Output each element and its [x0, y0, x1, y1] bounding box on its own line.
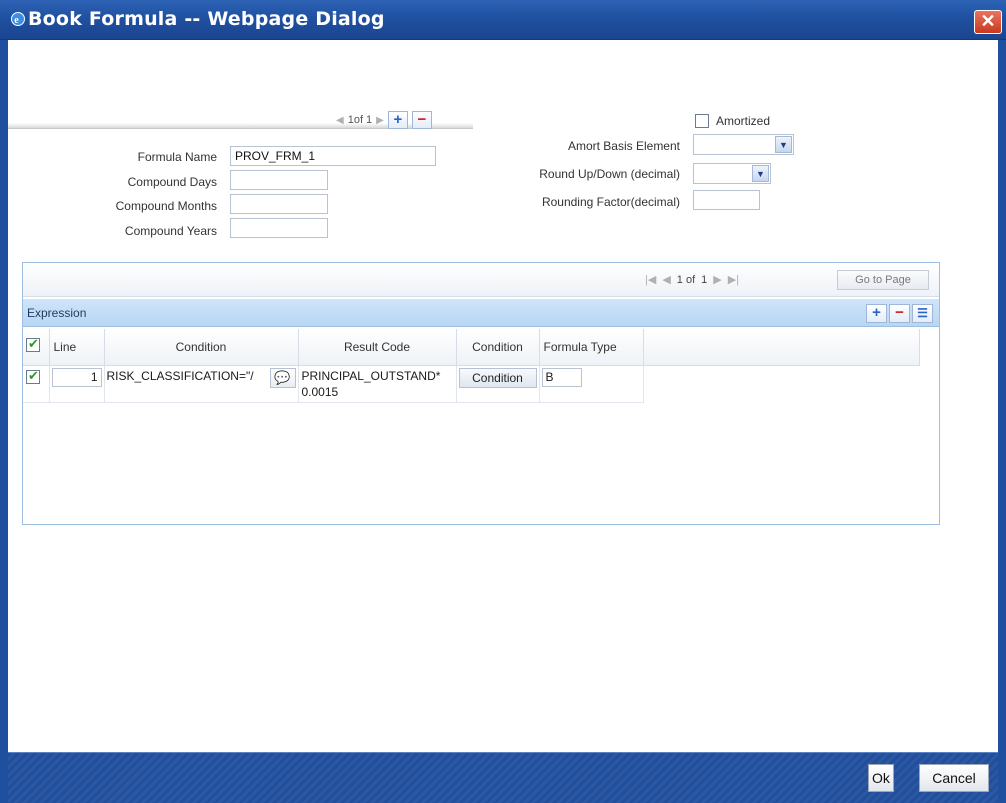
amortized-checkbox[interactable]	[695, 114, 709, 128]
compound-months-label: Compound Months	[115, 199, 217, 213]
grid-pager-bar: |◀ ◀ 1 of 1 ▶ ▶| Go to Page	[23, 263, 939, 297]
compound-years-input[interactable]	[230, 218, 328, 238]
compound-months-input[interactable]	[230, 194, 328, 214]
single-view-button[interactable]: ☰	[912, 304, 933, 323]
header-pager-text: 1of 1	[347, 114, 373, 126]
result-code-line2: 0.0015	[301, 384, 339, 399]
condition-input[interactable]: RISK_CLASSIFICATION="/	[106, 367, 269, 387]
table-header-row: Line Condition Result Code Condition For…	[23, 329, 920, 366]
expression-title: Expression	[27, 306, 87, 320]
formula-name-label: Formula Name	[137, 150, 217, 164]
result-code-text[interactable]: PRINCIPAL_OUTSTAND* 0.0015	[301, 368, 454, 400]
result-code-line1: PRINCIPAL_OUTSTAND*	[301, 368, 441, 383]
svg-text:e: e	[14, 15, 19, 26]
add-record-button[interactable]: +	[387, 111, 408, 129]
dialog-footer: Ok Cancel	[8, 752, 998, 803]
column-header-result-code: Result Code	[298, 329, 457, 366]
amort-basis-label: Amort Basis Element	[567, 139, 680, 153]
delete-row-button[interactable]: −	[889, 304, 910, 323]
round-updown-select[interactable]: ▼	[693, 163, 771, 184]
header-pager: ◀ 1of 1 ▶ + −	[336, 111, 432, 129]
expression-panel: |◀ ◀ 1 of 1 ▶ ▶| Go to Page Expression +…	[22, 262, 940, 525]
condition-cell: RISK_CLASSIFICATION="/ 💬	[104, 365, 299, 403]
select-all-checkbox[interactable]	[26, 336, 40, 353]
internet-explorer-icon: e	[11, 12, 25, 26]
amort-basis-select[interactable]: ▼	[693, 134, 794, 155]
compound-days-input[interactable]	[230, 170, 328, 190]
formula-type-input[interactable]: B	[541, 367, 582, 387]
result-code-cell: PRINCIPAL_OUTSTAND* 0.0015	[298, 365, 457, 403]
formula-type-cell: B	[539, 365, 644, 403]
grid-pager-of: 1 of	[676, 273, 696, 286]
row-select-cell	[23, 365, 50, 403]
add-row-button[interactable]: +	[866, 304, 887, 323]
line-input[interactable]: 1	[51, 367, 102, 387]
condition-button[interactable]: Condition	[458, 367, 537, 388]
next-page-icon[interactable]: ▶	[713, 273, 721, 286]
go-to-page-button[interactable]: Go to Page	[837, 270, 929, 290]
previous-page-icon[interactable]: ◀	[662, 273, 670, 286]
column-header-condition: Condition	[104, 329, 299, 366]
row-checkbox[interactable]	[26, 368, 40, 384]
window-title: Book Formula -- Webpage Dialog	[28, 8, 385, 30]
window-frame-right	[998, 40, 1006, 803]
delete-record-button[interactable]: −	[411, 111, 432, 129]
title-bar: e Book Formula -- Webpage Dialog ✕	[0, 0, 1006, 40]
close-button[interactable]: ✕	[974, 10, 1002, 34]
select-all-cell	[23, 329, 50, 366]
formula-name-input[interactable]: PROV_FRM_1	[230, 146, 436, 166]
condition-button-cell: Condition	[456, 365, 540, 403]
chevron-down-icon: ▼	[752, 165, 769, 182]
column-header-line: Line	[49, 329, 105, 366]
last-page-icon[interactable]: ▶|	[728, 273, 739, 286]
column-header-filler	[643, 329, 920, 366]
expression-header: Expression + − ☰	[23, 299, 939, 327]
speech-bubble-icon[interactable]: 💬	[269, 367, 296, 388]
previous-record-icon[interactable]: ◀	[336, 115, 344, 126]
column-header-formula-type: Formula Type	[539, 329, 644, 366]
first-page-icon[interactable]: |◀	[645, 273, 656, 286]
expression-toolbar: + − ☰	[866, 304, 933, 323]
expression-table: Line Condition Result Code Condition For…	[23, 329, 920, 403]
column-header-condition-button: Condition	[456, 329, 540, 366]
round-updown-label: Round Up/Down (decimal)	[539, 167, 680, 181]
compound-days-label: Compound Days	[127, 175, 217, 189]
amortized-label: Amortized	[716, 114, 771, 128]
grid-pager: |◀ ◀ 1 of 1 ▶ ▶|	[645, 273, 739, 287]
cancel-button[interactable]: Cancel	[919, 764, 989, 792]
window-frame-left	[0, 40, 8, 803]
grid-pager-total: 1	[701, 273, 708, 286]
compound-years-label: Compound Years	[124, 224, 217, 238]
table-row: 1 RISK_CLASSIFICATION="/ 💬 PRINCIPAL_OUT…	[23, 365, 919, 403]
chevron-down-icon: ▼	[775, 136, 792, 153]
next-record-icon[interactable]: ▶	[376, 115, 384, 126]
row-filler	[643, 365, 919, 402]
rounding-factor-input[interactable]	[693, 190, 760, 210]
rounding-factor-label: Rounding Factor(decimal)	[541, 195, 680, 209]
line-cell: 1	[49, 365, 105, 403]
ok-button[interactable]: Ok	[868, 764, 894, 792]
